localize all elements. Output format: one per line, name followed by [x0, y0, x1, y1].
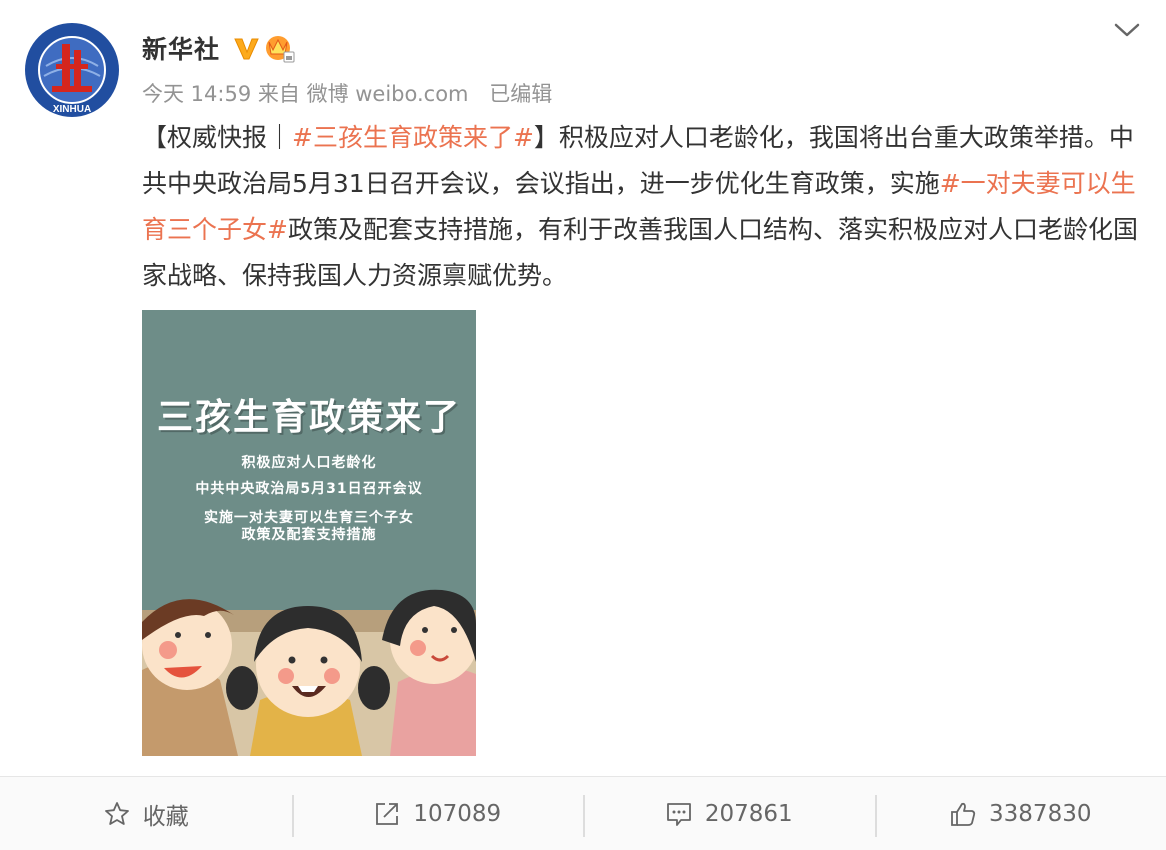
post-text-part3: 政策及配套支持措施，有利于改善我国人口结构、落实积极应对人口老龄化国家战略、保持… [142, 215, 1138, 290]
hashtag-link[interactable]: #三孩生育政策来了# [292, 123, 534, 152]
edited-label[interactable]: 已编辑 [489, 82, 552, 106]
weibo-post-card: XINHUA 新华社 今天 14:59 来自 微博 weibo.com 已编辑 … [0, 0, 1166, 850]
image-text-line: 政策及配套支持措施 [241, 527, 377, 543]
star-icon [104, 802, 129, 825]
author-name[interactable]: 新华社 [142, 30, 220, 66]
image-text-line: 积极应对人口老龄化 [241, 455, 377, 471]
image-title: 三孩生育政策来了 [156, 397, 461, 438]
post-time[interactable]: 今天 14:59 [142, 82, 251, 106]
post-meta: 今天 14:59 来自 微博 weibo.com 已编辑 [142, 78, 552, 108]
post-body: 【权威快报｜#三孩生育政策来了#】积极应对人口老龄化，我国将出台重大政策举措。中… [142, 115, 1142, 299]
post-source[interactable]: 来自 微博 weibo.com [258, 82, 469, 106]
comment-count: 207861 [704, 801, 793, 827]
repost-button[interactable]: 107089 [291, 777, 584, 850]
logo-text: XINHUA [53, 104, 91, 115]
post-image[interactable]: 三孩生育政策来了 积极应对人口老龄化 中共中央政治局5月31日召开会议 实施一对… [142, 310, 476, 756]
favorite-label: 收藏 [142, 804, 189, 830]
author-row: 新华社 [142, 30, 296, 66]
favorite-button[interactable]: 收藏 [0, 777, 292, 850]
repost-icon [376, 803, 399, 825]
action-bar: 收藏 107089 207861 3387830 [0, 776, 1166, 850]
chevron-down-icon[interactable] [1112, 18, 1142, 42]
like-count: 3387830 [989, 801, 1092, 827]
crown-icon [266, 36, 295, 63]
comment-button[interactable]: 207861 [583, 777, 875, 850]
author-avatar[interactable]: XINHUA [22, 20, 122, 120]
post-text-part1: 【权威快报｜ [142, 123, 293, 152]
comment-icon [666, 803, 691, 826]
xinhua-logo: XINHUA [23, 21, 121, 119]
repost-count: 107089 [413, 801, 502, 827]
thumbs-up-icon [951, 802, 976, 826]
image-text-line: 中共中央政治局5月31日召开会议 [195, 481, 423, 497]
like-button[interactable]: 3387830 [874, 777, 1166, 850]
verified-v-icon [234, 38, 259, 60]
